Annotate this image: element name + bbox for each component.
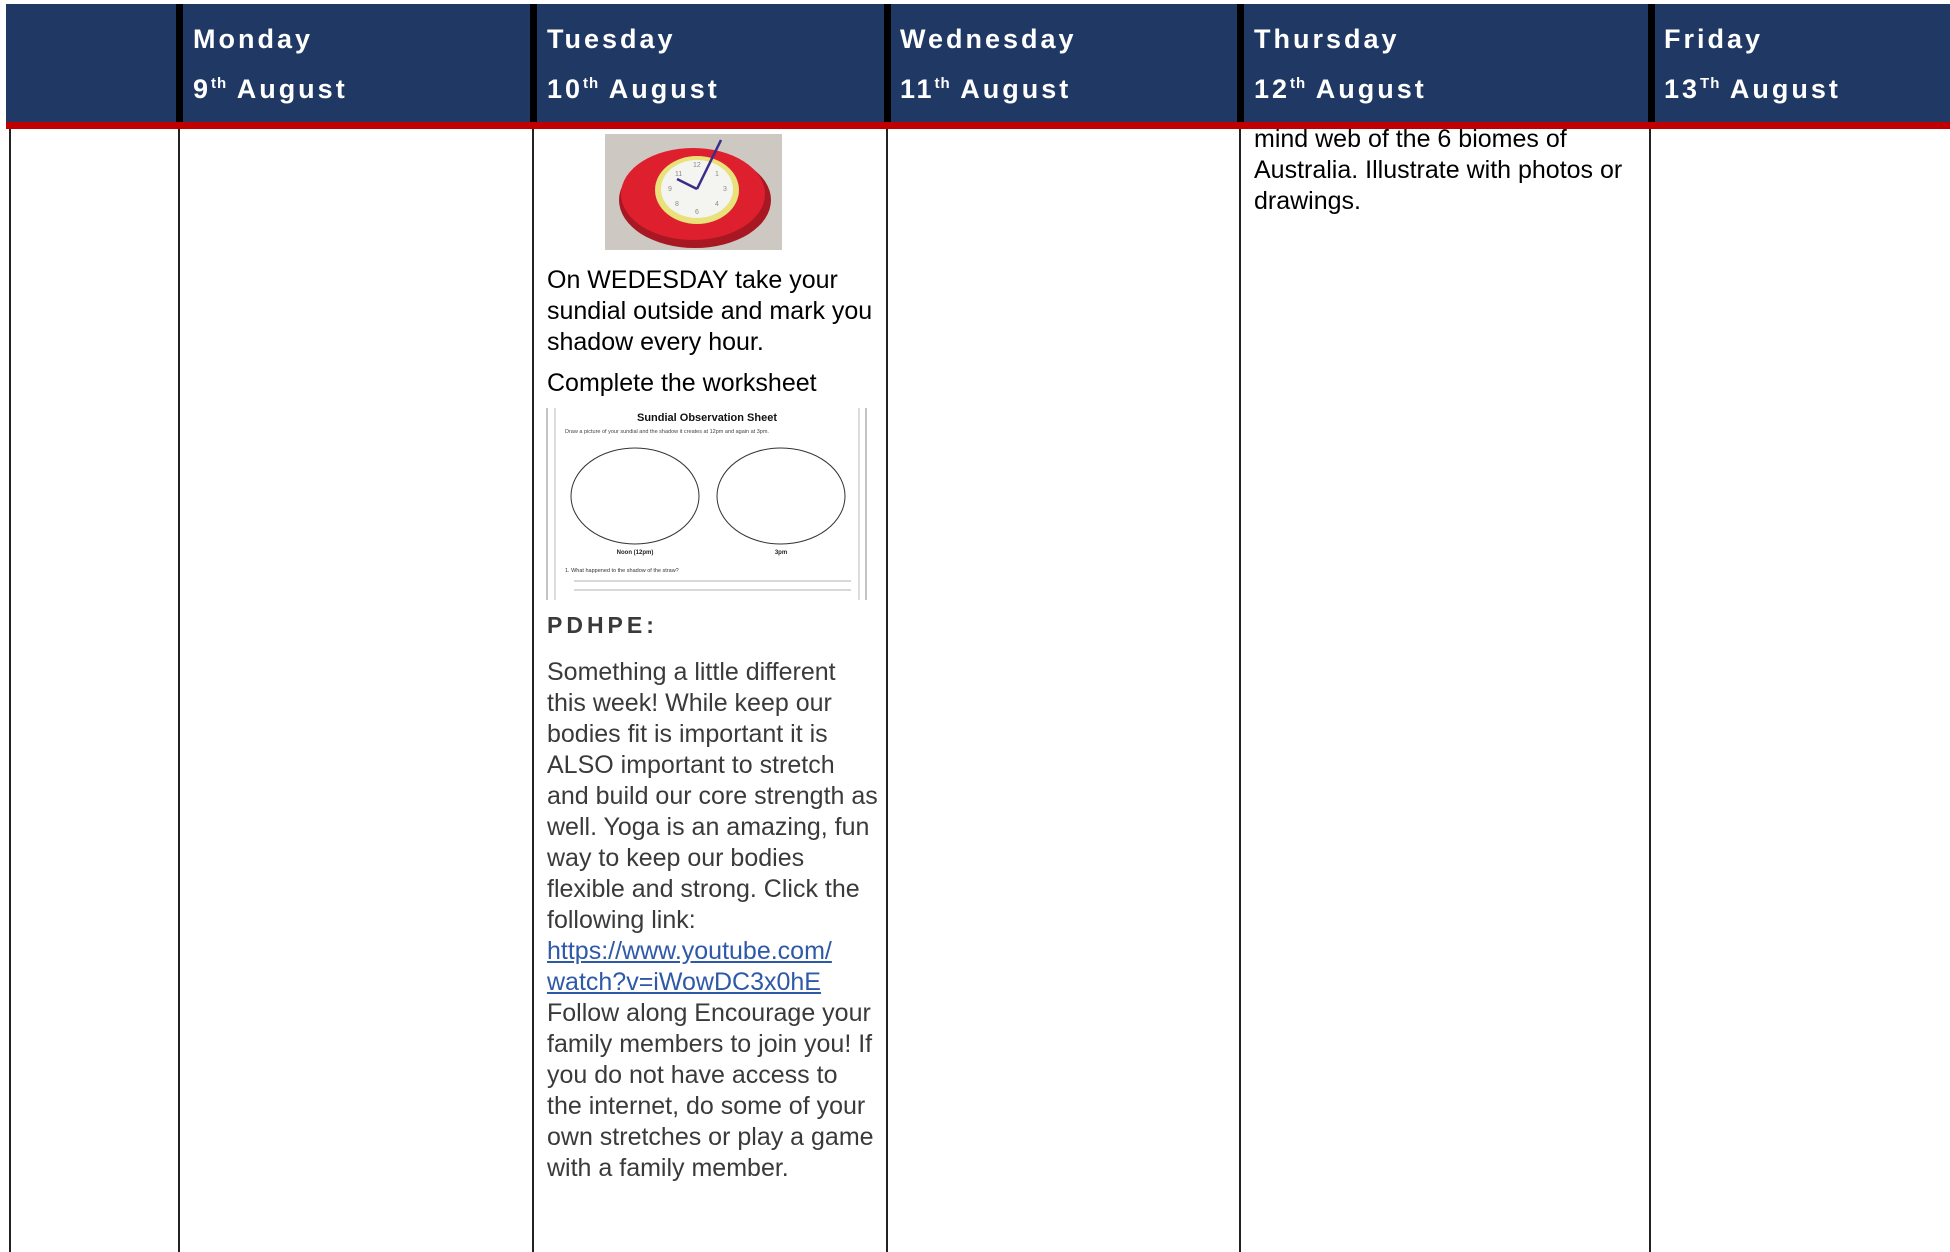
worksheet-note: Draw a picture of your sundial and the s… — [565, 429, 769, 435]
header-divider — [884, 4, 891, 122]
worksheet-3pm-label: 3pm — [775, 550, 787, 556]
sundial-clock-image: 12 1 3 4 6 8 9 11 — [605, 134, 782, 250]
day-date: 13Th August — [1664, 74, 1841, 104]
worksheet-question: 1. What happened to the shadow of the st… — [565, 568, 679, 574]
worksheet-noon-label: Noon (12pm) — [617, 550, 654, 556]
clock-icon: 12 1 3 4 6 8 9 11 — [605, 134, 782, 250]
svg-text:3: 3 — [723, 186, 727, 193]
svg-text:4: 4 — [715, 201, 719, 208]
youtube-link[interactable]: https://www.youtube.com/watch?v=iWowDC3x… — [547, 937, 832, 996]
svg-text:6: 6 — [695, 209, 699, 216]
pdhpe-heading: PDHPE: — [547, 612, 658, 638]
header-divider — [530, 4, 537, 122]
column-rule — [178, 129, 180, 1252]
day-date: 10th August — [547, 74, 720, 104]
column-rule — [532, 129, 534, 1252]
column-rule — [1239, 129, 1241, 1252]
sundial-instruction: On WEDESDAY take your sundial outside an… — [547, 266, 873, 356]
svg-text:8: 8 — [675, 201, 679, 208]
day-name: Friday — [1664, 24, 1764, 54]
column-rule — [9, 129, 11, 1252]
svg-text:12: 12 — [693, 162, 701, 169]
day-name: Wednesday — [900, 24, 1077, 54]
sundial-worksheet-image: Sundial Observation Sheet Draw a picture… — [546, 408, 868, 600]
pdhpe-description: Something a little different this week! … — [547, 657, 879, 1184]
worksheet-instruction: Complete the worksheet — [547, 369, 817, 397]
worksheet-title: Sundial Observation Sheet — [637, 412, 777, 424]
day-name: Thursday — [1254, 24, 1400, 54]
header-divider — [1648, 4, 1655, 122]
day-date: 9th August — [193, 74, 348, 104]
day-name: Tuesday — [547, 24, 676, 54]
column-rule — [886, 129, 888, 1252]
header-red-rule — [6, 122, 1950, 129]
day-date: 11th August — [900, 74, 1072, 104]
column-rule — [1649, 129, 1651, 1252]
day-date: 12th August — [1254, 74, 1427, 104]
pdhpe-text: Something a little different this week! … — [547, 658, 878, 934]
svg-text:11: 11 — [675, 171, 682, 178]
header-divider — [176, 4, 183, 122]
svg-text:9: 9 — [668, 186, 672, 193]
pdhpe-follow-text: Follow along Encourage your family membe… — [547, 999, 874, 1182]
svg-text:1: 1 — [715, 171, 719, 178]
day-name: Monday — [193, 24, 314, 54]
thursday-biomes-text: mind web of the 6 biomes of Australia. I… — [1254, 125, 1623, 215]
weekly-timetable: Monday 9th August Tuesday 10th August We… — [0, 0, 1950, 1252]
header-divider — [1237, 4, 1244, 122]
